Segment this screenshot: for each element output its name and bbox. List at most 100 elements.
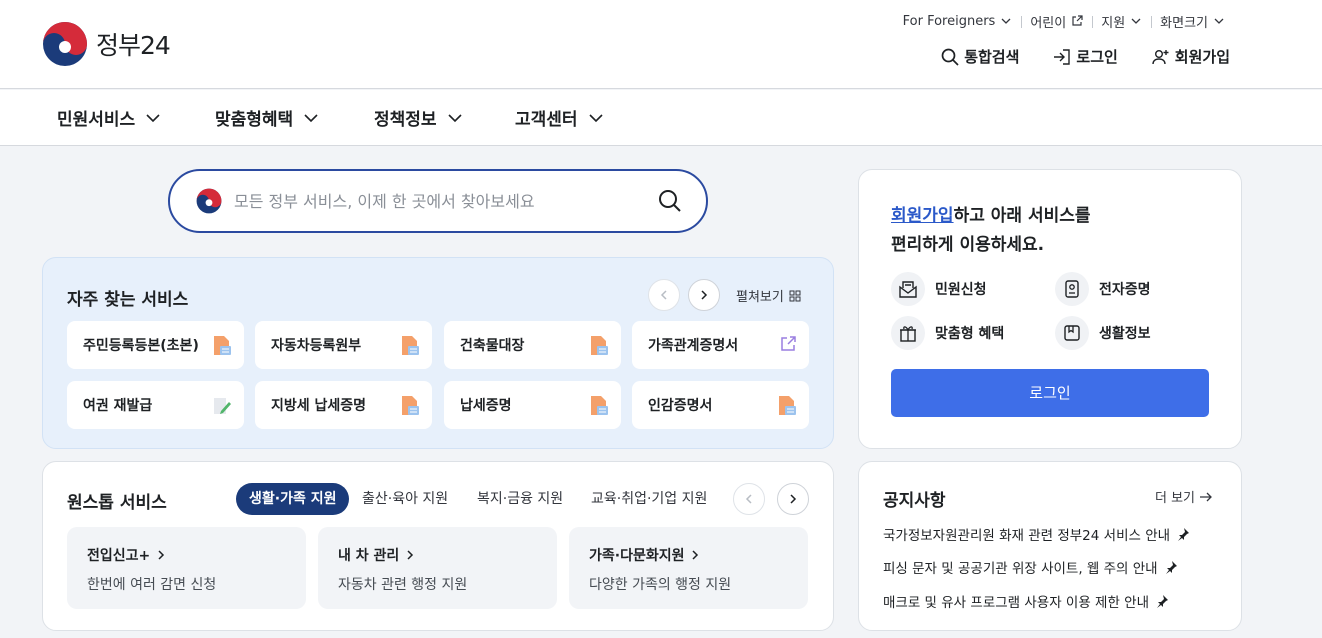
feature-civil-application: 민원신청 [891,272,987,306]
login-message: 회원가입하고 아래 서비스를 편리하게 이용하세요. [891,202,1091,260]
utility-kids[interactable]: 어린이 [1021,12,1092,31]
utility-for-foreigners[interactable]: For Foreigners [894,14,1022,29]
service-label: 여권 재발급 [83,398,153,414]
frequent-service-card[interactable]: 건축물대장 [444,321,621,369]
chevron-left-icon [745,494,752,504]
nav-civil-service[interactable]: 민원서비스 [57,105,161,130]
tab-life-family[interactable]: 생활·가족 지원 [236,483,350,515]
document-pdf-icon [591,336,608,355]
expand-label: 펼쳐보기 [736,290,784,305]
pin-icon [1165,561,1177,574]
utility-menu: For Foreigners 어린이 지원 화면크기 [894,11,1234,31]
frequent-service-card[interactable]: 주민등록등본(초본) [67,321,244,369]
bookmark-icon [1055,316,1089,350]
notice-title: 공지사항 [883,491,946,511]
login-icon [1054,48,1071,65]
utility-label: 화면크기 [1160,15,1208,31]
top-links: 통합검색 로그인 회원가입 [907,46,1230,67]
frequent-service-card[interactable]: 지방세 납세증명 [255,381,432,429]
feature-label: 전자증명 [1099,282,1151,298]
notice-text: 매크로 및 유사 프로그램 사용자 이용 제한 안내 [883,595,1150,611]
service-title-text: 내 차 관리 [338,548,400,564]
utility-label: 지원 [1101,15,1126,31]
chevron-right-icon [692,550,699,560]
frequent-services-title: 자주 찾는 서비스 [67,290,189,310]
next-button[interactable] [688,279,720,311]
frequent-service-card[interactable]: 인감증명서 [632,381,809,429]
frequent-services-panel: 자주 찾는 서비스 펼쳐보기 주민등록등본(초본) 자동차등록원부 건축물대장 … [42,257,834,449]
nav-label: 민원서비스 [57,110,136,130]
utility-label: 어린이 [1030,15,1067,31]
login-button[interactable]: 로그인 [891,369,1209,417]
signup-link[interactable]: 회원가입 [1152,46,1230,67]
document-pdf-icon [591,396,608,415]
search-icon[interactable] [658,189,682,213]
pin-icon [1178,528,1190,541]
document-pdf-icon [779,396,796,415]
chevron-down-icon [146,113,160,122]
chevron-right-icon [158,550,165,560]
notice-text: 국가정보자원관리원 화재 관련 정부24 서비스 안내 [883,528,1171,544]
document-pdf-icon [214,336,231,355]
service-description: 다양한 가족의 행정 지원 [589,577,732,593]
integrated-search-link[interactable]: 통합검색 [941,46,1019,67]
document-pdf-icon [402,336,419,355]
prev-button[interactable] [648,279,680,311]
search-input[interactable] [234,191,654,211]
chevron-right-icon [790,494,797,504]
arrow-right-icon [1200,492,1212,501]
utility-support[interactable]: 지원 [1092,12,1151,31]
message-text: 하고 아래 서비스를 [953,206,1091,226]
tab-education-employment[interactable]: 교육·취업·기업 지원 [578,483,720,515]
nav-custom-benefits[interactable]: 맞춤형혜택 [215,105,319,130]
expand-button[interactable]: 펼쳐보기 [736,286,801,305]
site-header: 정부24 For Foreigners 어린이 지원 화면크기 통합검색 로그인 [0,0,1322,89]
signup-link[interactable]: 회원가입 [891,206,954,226]
user-plus-icon [1152,49,1169,64]
frequent-service-card[interactable]: 자동차등록원부 [255,321,432,369]
id-card-icon [1055,272,1089,306]
frequent-service-card[interactable]: 여권 재발급 [67,381,244,429]
service-title-text: 가족·다문화지원 [589,548,685,564]
integrated-search-label: 통합검색 [964,48,1020,66]
external-link-icon [1072,15,1083,26]
login-link[interactable]: 로그인 [1053,46,1118,67]
notice-item[interactable]: 국가정보자원관리원 화재 관련 정부24 서비스 안내 [883,524,1190,544]
onestop-service-card[interactable]: 가족·다문화지원 다양한 가족의 행정 지원 [569,527,808,609]
service-title: 가족·다문화지원 [589,545,808,565]
tab-welfare-finance[interactable]: 복지·금융 지원 [464,483,576,515]
notice-item[interactable]: 매크로 및 유사 프로그램 사용자 이용 제한 안내 [883,591,1169,611]
mail-document-icon [891,272,925,306]
tab-birth-childcare[interactable]: 출산·육아 지원 [349,483,461,515]
chevron-right-icon [407,550,414,560]
frequent-service-card[interactable]: 납세증명 [444,381,621,429]
nav-customer-center[interactable]: 고객센터 [515,105,604,130]
prev-button[interactable] [733,483,765,515]
notice-panel: 공지사항 더 보기 국가정보자원관리원 화재 관련 정부24 서비스 안내 피싱… [858,461,1242,631]
feature-label: 생활정보 [1099,326,1151,342]
chevron-down-icon [1001,18,1011,24]
grid-icon [789,290,801,301]
utility-screen-size[interactable]: 화면크기 [1151,12,1234,31]
site-logo[interactable]: 정부24 [42,21,171,67]
onestop-service-card[interactable]: 내 차 관리 자동차 관련 행정 지원 [318,527,557,609]
utility-label: For Foreigners [902,13,996,29]
notice-more-link[interactable]: 더 보기 [1155,487,1213,506]
nav-policy-info[interactable]: 정책정보 [374,105,463,130]
nav-label: 고객센터 [515,110,578,130]
service-title: 내 차 관리 [338,545,557,565]
feature-label: 맞춤형 혜택 [935,326,1005,342]
notice-text: 피싱 문자 및 공공기관 위장 사이트, 웹 주의 안내 [883,561,1158,577]
edit-form-icon [214,398,231,414]
feature-custom-benefits: 맞춤형 혜택 [891,316,1004,350]
pin-icon [1157,595,1169,608]
login-panel: 회원가입하고 아래 서비스를 편리하게 이용하세요. 민원신청 전자증명 맞춤형… [858,169,1242,449]
onestop-service-card[interactable]: 전입신고+ 한번에 여러 감면 신청 [67,527,306,609]
service-title-text: 전입신고+ [87,548,151,564]
frequent-service-card[interactable]: 가족관계증명서 [632,321,809,369]
notice-item[interactable]: 피싱 문자 및 공공기관 위장 사이트, 웹 주의 안내 [883,557,1178,577]
service-label: 지방세 납세증명 [271,398,367,414]
next-button[interactable] [777,483,809,515]
service-description: 자동차 관련 행정 지원 [338,577,468,593]
service-label: 건축물대장 [460,338,525,354]
